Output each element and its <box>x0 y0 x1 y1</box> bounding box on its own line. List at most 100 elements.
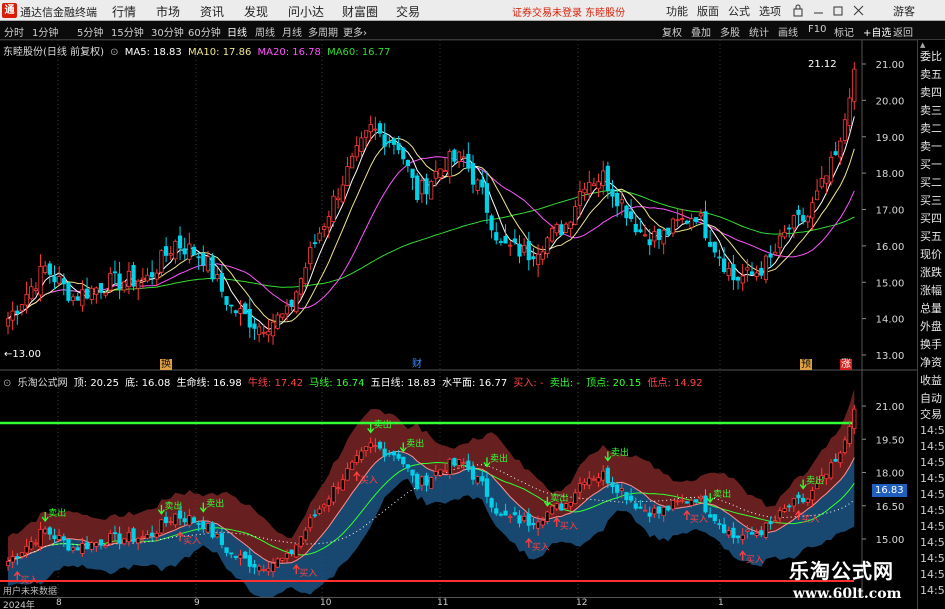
indicator-name[interactable]: 乐淘公式网 <box>18 378 68 389</box>
indicator-candle <box>424 475 429 486</box>
back-button[interactable]: 返回 <box>893 24 913 39</box>
quote-auto[interactable]: 自动 <box>920 390 942 406</box>
menu-market[interactable]: 市场 <box>156 3 180 20</box>
kline-candle <box>629 211 634 220</box>
menu-assistant[interactable]: 问小达 <box>288 3 324 20</box>
kline-candle <box>52 276 57 283</box>
quote-ask1[interactable]: 卖一 <box>920 138 942 154</box>
menu-function[interactable]: 功能 <box>666 3 688 19</box>
tab-30min[interactable]: 30分钟 <box>151 24 184 39</box>
quote-trade[interactable]: 交易 <box>920 406 942 422</box>
kline-candle <box>810 202 815 219</box>
indicator-candle <box>145 534 150 539</box>
x-label-sep: 9 <box>194 598 200 608</box>
ma60-value: MA60: 16.77 <box>327 47 391 58</box>
indicator-candle <box>122 538 127 545</box>
menu-layout[interactable]: 版面 <box>697 3 719 19</box>
future-data-note: 用户未来数据 <box>3 587 58 597</box>
tab-intraday[interactable]: 分时 <box>4 24 24 39</box>
low-price-mark: ←13.00 <box>4 349 42 360</box>
kline-candle <box>15 310 20 314</box>
menu-options[interactable]: 选项 <box>759 3 781 19</box>
kline-candle <box>140 277 145 281</box>
tab-1min[interactable]: 1分钟 <box>32 24 58 39</box>
menu-discover[interactable]: 发现 <box>244 3 268 20</box>
menu-market-quotes[interactable]: 行情 <box>112 3 136 20</box>
indicator-candle <box>238 554 243 559</box>
tick-time-row: 14:50 <box>920 584 945 597</box>
quote-bid5[interactable]: 买五 <box>920 228 942 244</box>
kline-candle <box>419 179 424 195</box>
indicator-candle <box>159 519 164 534</box>
kline-candle <box>503 235 508 244</box>
kline-candle <box>219 273 224 292</box>
menu-news[interactable]: 资讯 <box>200 3 224 20</box>
tab-5min[interactable]: 5分钟 <box>77 24 103 39</box>
tab-multi-period[interactable]: 多周期 <box>308 24 338 39</box>
indicator-candle <box>698 496 703 499</box>
quote-ask3[interactable]: 卖三 <box>920 102 942 118</box>
app-logo-icon: 通 <box>2 3 17 18</box>
indicator-candle <box>336 487 341 490</box>
legend-toggle-icon[interactable]: ⊙ <box>110 47 118 58</box>
quote-change: 涨跌 <box>920 266 942 279</box>
quote-bid3[interactable]: 买三 <box>920 192 942 208</box>
indicator-candle <box>796 494 801 499</box>
menu-formula[interactable]: 公式 <box>728 3 750 19</box>
quote-bid4[interactable]: 买四 <box>920 210 942 226</box>
kline-candle <box>159 250 164 273</box>
indicator-candle <box>43 528 48 534</box>
kline-candle <box>168 253 173 256</box>
quote-bid2[interactable]: 买二 <box>920 174 942 190</box>
multi-stock-button[interactable]: 多股 <box>720 24 740 39</box>
indicator-candle <box>182 518 187 523</box>
kline-candle <box>196 256 201 259</box>
event-marker-forecast[interactable]: 预 <box>800 359 812 370</box>
overlay-button[interactable]: 叠加 <box>691 24 711 39</box>
kline-candle <box>349 155 355 169</box>
tab-daily[interactable]: 日线 <box>227 24 247 39</box>
add-watchlist-button[interactable]: +自选 <box>863 24 891 39</box>
kline-candle <box>382 134 387 147</box>
indicator-candle <box>256 565 262 572</box>
indicator-candle <box>373 445 378 448</box>
indicator-candle <box>484 478 490 497</box>
event-marker-limit-up[interactable]: 涨 <box>840 359 852 370</box>
quote-ask5[interactable]: 卖五 <box>920 66 942 82</box>
tab-monthly[interactable]: 月线 <box>282 24 302 39</box>
restore-icon[interactable] <box>833 6 843 16</box>
tab-15min[interactable]: 15分钟 <box>111 24 144 39</box>
tab-more[interactable]: 更多› <box>343 24 367 39</box>
draw-line-button[interactable]: 画线 <box>778 24 798 39</box>
mark-button[interactable]: 标记 <box>834 24 854 39</box>
kline-candle <box>596 181 601 190</box>
lock-icon[interactable] <box>793 4 803 17</box>
indicator-toggle-icon[interactable]: ⊙ <box>3 378 11 389</box>
indicator-price-axis: 21.00 19.50 18.00 16.50 15.00 <box>862 402 904 546</box>
indicator-candle <box>452 458 457 466</box>
kline-candle <box>243 303 248 315</box>
f10-button[interactable]: F10 <box>808 24 826 35</box>
kline-candle <box>438 168 443 179</box>
guest-account[interactable]: 游客 <box>893 3 915 19</box>
adjust-button[interactable]: 复权 <box>662 24 682 39</box>
kline-chart[interactable]: 卖出卖出 卖出卖出卖出卖出卖出卖出卖出卖出买入买入买入买入买入买入买入买入买入 2… <box>0 40 945 609</box>
statistics-button[interactable]: 统计 <box>749 24 769 39</box>
menu-wealth-circle[interactable]: 财富圈 <box>342 3 378 20</box>
quote-bid1[interactable]: 买一 <box>920 156 942 172</box>
menu-trade[interactable]: 交易 <box>396 3 420 20</box>
indicator-candle <box>689 499 694 506</box>
kline-candle <box>126 270 131 288</box>
indicator-candle <box>842 439 848 454</box>
quote-ask2[interactable]: 卖二 <box>920 120 942 136</box>
indicator-candle <box>587 477 592 486</box>
close-icon[interactable] <box>853 5 864 16</box>
quote-ask4[interactable]: 卖四 <box>920 84 942 100</box>
app-title: 通达信金融终端 <box>20 6 97 19</box>
event-marker-exchange[interactable]: 换 <box>160 359 172 370</box>
tab-weekly[interactable]: 周线 <box>255 24 275 39</box>
indicator-candle <box>47 527 52 535</box>
tab-60min[interactable]: 60分钟 <box>188 24 221 39</box>
event-marker-finance[interactable]: 财 <box>412 359 422 370</box>
kline-candle <box>615 192 620 207</box>
